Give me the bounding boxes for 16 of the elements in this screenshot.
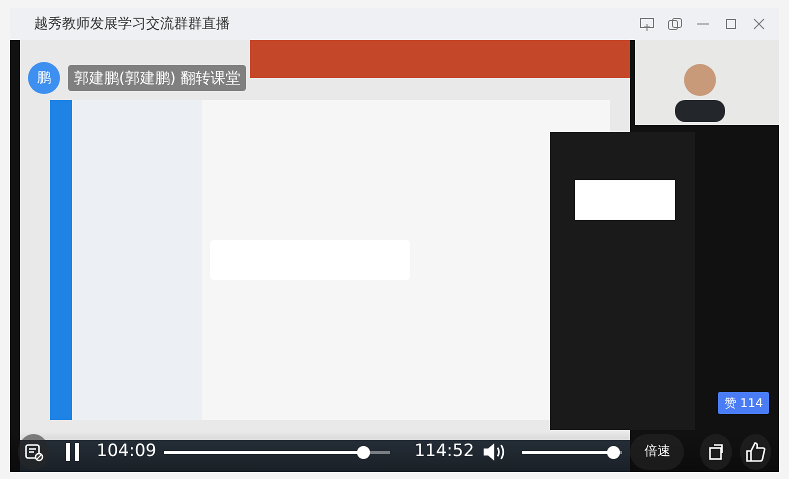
rotate-button[interactable]	[700, 434, 732, 470]
popout-icon[interactable]	[667, 16, 683, 32]
presenter-name: 郭建鹏(郭建鹏) 翻转课堂	[68, 64, 246, 92]
like-count[interactable]: 赞 114	[718, 392, 769, 414]
pause-icon	[64, 441, 82, 463]
elapsed-time: 104:09	[96, 440, 156, 464]
close-icon[interactable]	[751, 16, 767, 32]
like-button[interactable]	[740, 434, 771, 470]
speed-button[interactable]: 倍速	[630, 434, 684, 470]
maximize-icon[interactable]	[723, 16, 739, 32]
thumbs-up-icon	[744, 441, 766, 463]
danmaku-off-icon	[24, 442, 44, 462]
duration-time: 114:52	[414, 440, 474, 464]
window-title: 越秀教师发展学习交流群群直播	[34, 14, 230, 34]
pin-window-icon[interactable]	[639, 16, 655, 32]
danmaku-off-button[interactable]	[18, 434, 50, 470]
